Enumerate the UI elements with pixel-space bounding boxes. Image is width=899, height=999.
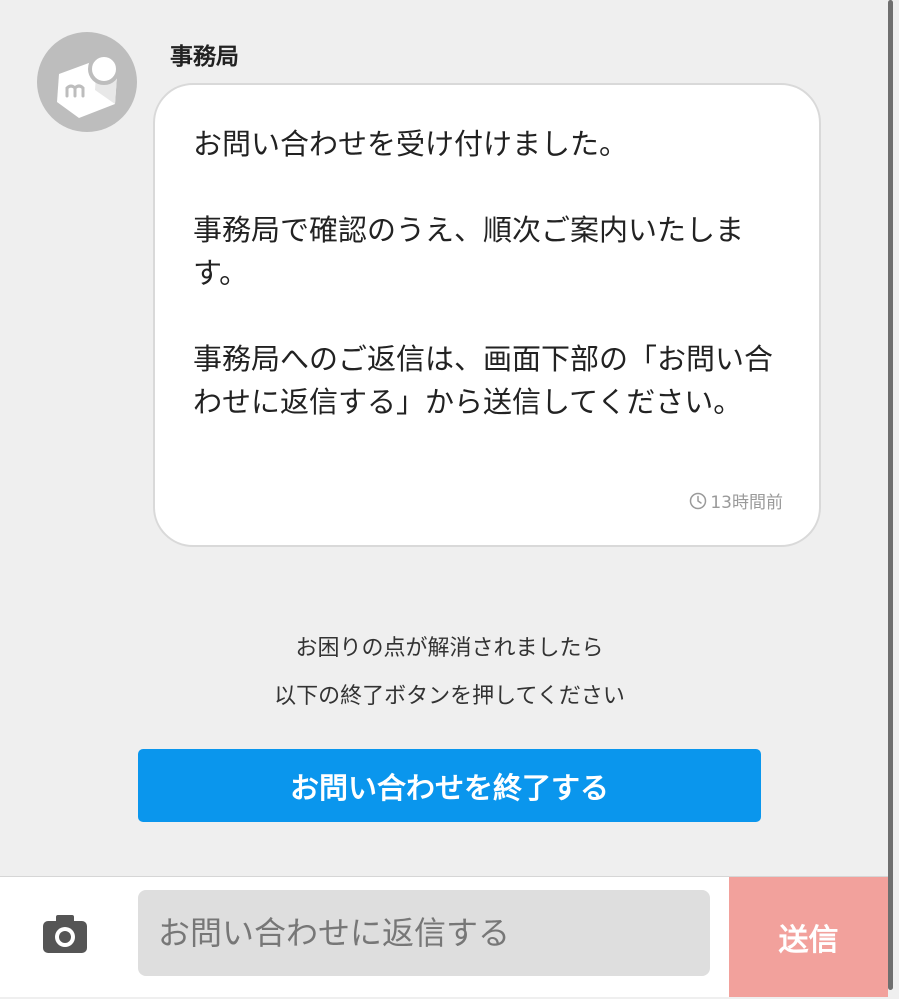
message-paragraph: お問い合わせを受け付けました。 <box>193 127 629 161</box>
message-timestamp: 13時間前 <box>689 488 783 513</box>
reply-composer: 送信 <box>0 876 888 997</box>
reply-input[interactable] <box>138 890 710 976</box>
timestamp-text: 13時間前 <box>710 493 783 513</box>
camera-icon[interactable] <box>40 909 90 959</box>
scrollbar[interactable] <box>888 0 893 990</box>
message-paragraph: 事務局で確認のうえ、順次ご案内いたします。 <box>193 213 745 290</box>
avatar <box>37 32 137 132</box>
message-paragraph: 事務局へのご返信は、画面下部の「お問い合わせに返信する」から送信してください。 <box>193 342 774 419</box>
message-bubble: お問い合わせを受け付けました。 事務局で確認のうえ、順次ご案内いたします。 事務… <box>153 83 821 547</box>
clock-icon <box>690 492 707 509</box>
send-button[interactable]: 送信 <box>729 877 888 997</box>
mercari-logo-icon <box>57 53 120 118</box>
resolve-notice-line1: お困りの点が解消されましたら <box>295 636 604 661</box>
end-inquiry-button[interactable]: お問い合わせを終了する <box>138 749 761 822</box>
sender-name: 事務局 <box>170 44 239 70</box>
message-body: お問い合わせを受け付けました。 事務局で確認のうえ、順次ご案内いたします。 事務… <box>193 123 785 424</box>
resolve-notice-line2: 以下の終了ボタンを押してください <box>274 684 625 709</box>
